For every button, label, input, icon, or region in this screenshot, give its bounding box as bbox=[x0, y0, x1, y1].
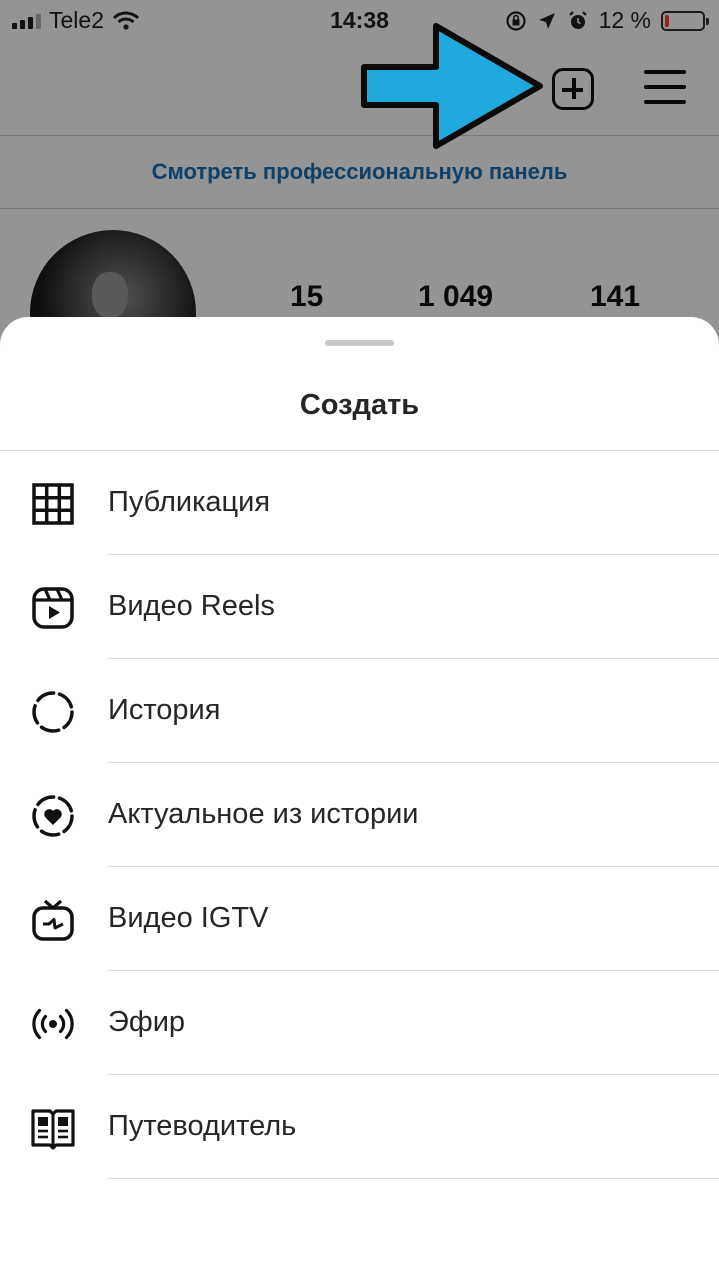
igtv-icon bbox=[32, 899, 74, 941]
menu-item-highlights[interactable]: Актуальное из истории bbox=[0, 763, 719, 867]
guide-icon bbox=[31, 1109, 75, 1150]
menu-item-label: Видео IGTV bbox=[108, 902, 269, 934]
create-menu-list: Публикация Видео Reels История Актуально… bbox=[0, 451, 719, 1179]
grid-icon bbox=[32, 483, 74, 525]
live-icon bbox=[32, 1008, 74, 1040]
menu-item-story[interactable]: История bbox=[0, 659, 719, 763]
menu-item-live[interactable]: Эфир bbox=[0, 971, 719, 1075]
menu-item-label: Публикация bbox=[108, 486, 271, 518]
menu-item-post[interactable]: Публикация bbox=[0, 451, 719, 555]
story-icon bbox=[32, 691, 74, 733]
sheet-drag-handle[interactable] bbox=[325, 340, 394, 346]
annotation-arrow-icon bbox=[361, 23, 543, 149]
menu-item-guide[interactable]: Путеводитель bbox=[0, 1075, 719, 1179]
sheet-title: Создать bbox=[299, 389, 420, 421]
menu-item-reels[interactable]: Видео Reels bbox=[0, 555, 719, 659]
create-bottom-sheet: Создать Публикация Видео Reels История А… bbox=[0, 317, 719, 1280]
highlight-icon bbox=[32, 795, 74, 837]
menu-item-igtv[interactable]: Видео IGTV bbox=[0, 867, 719, 971]
reels-icon bbox=[32, 587, 74, 629]
menu-item-label: Актуальное из истории bbox=[108, 798, 419, 830]
menu-item-label: Видео Reels bbox=[108, 590, 275, 622]
menu-item-label: История bbox=[108, 694, 221, 726]
divider bbox=[108, 1178, 719, 1179]
menu-item-label: Путеводитель bbox=[108, 1110, 297, 1142]
menu-item-label: Эфир bbox=[108, 1006, 186, 1038]
